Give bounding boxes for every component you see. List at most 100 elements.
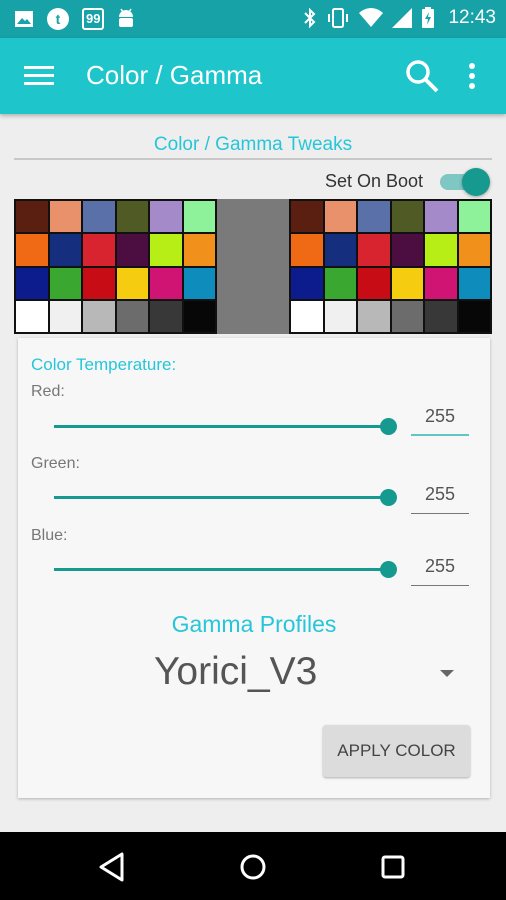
gamma-profile-value: Yorici_V3 (154, 650, 318, 693)
red-value-field[interactable]: 255 (411, 400, 469, 436)
blue-slider[interactable] (54, 558, 397, 582)
color-swatch (49, 300, 81, 332)
color-swatch (458, 300, 490, 332)
color-swatch (391, 267, 423, 299)
set-on-boot-switch[interactable] (440, 168, 490, 196)
color-swatch (83, 267, 115, 299)
wifi-icon (359, 8, 384, 27)
red-slider[interactable] (54, 415, 397, 439)
set-on-boot-label: Set On Boot (325, 171, 424, 191)
color-swatch (291, 267, 323, 299)
color-swatch (458, 201, 490, 233)
red-label: Red: (31, 383, 65, 400)
overflow-menu-button[interactable] (460, 60, 484, 92)
android-icon (119, 8, 134, 27)
slider-thumb[interactable] (379, 418, 397, 435)
color-swatch (150, 234, 182, 266)
app-bar: Color / Gamma (0, 38, 506, 114)
dropdown-arrow-icon (440, 670, 454, 677)
color-swatch (183, 234, 215, 266)
home-icon (240, 854, 266, 880)
bluetooth-icon (304, 7, 316, 29)
color-swatch (391, 201, 423, 233)
color-swatch (16, 300, 48, 332)
status-bar: t 99 12:43 (0, 0, 506, 38)
slider-thumb[interactable] (379, 561, 397, 578)
more-vert-icon (469, 63, 475, 89)
color-swatch (16, 267, 48, 299)
color-swatch (324, 234, 356, 266)
system-icons: 12:43 (303, 7, 496, 29)
color-swatch (458, 234, 490, 266)
gamma-profiles-title: Gamma Profiles (171, 611, 337, 637)
recents-icon (381, 855, 405, 879)
green-label: Green: (31, 455, 80, 472)
color-settings-card: Color Temperature: Red: 255 Green: 255 B… (18, 338, 490, 798)
slider-track (54, 496, 388, 499)
color-swatch (16, 201, 48, 233)
color-swatch (425, 201, 457, 233)
signal-icon (392, 8, 413, 28)
hamburger-icon (24, 66, 54, 85)
color-swatch (83, 201, 115, 233)
notification-icons: t 99 (14, 7, 136, 31)
color-swatch (458, 267, 490, 299)
battery-charging-icon (422, 7, 435, 28)
slider-thumb[interactable] (379, 489, 397, 506)
back-icon (99, 852, 124, 882)
color-swatch (324, 267, 356, 299)
blue-label: Blue: (31, 527, 68, 544)
search-button[interactable] (402, 56, 442, 96)
clock: 12:43 (448, 7, 496, 28)
color-swatch (291, 234, 323, 266)
recents-button[interactable] (376, 850, 410, 884)
color-swatch (358, 267, 390, 299)
color-swatch (49, 234, 81, 266)
color-swatch (358, 300, 390, 332)
home-button[interactable] (236, 850, 270, 884)
menu-button[interactable] (24, 64, 56, 88)
vibrate-icon (328, 8, 349, 28)
slider-track (54, 425, 388, 428)
color-preview (14, 199, 492, 334)
color-swatch (49, 267, 81, 299)
switch-thumb (462, 168, 490, 196)
color-swatch (425, 300, 457, 332)
color-swatch (150, 300, 182, 332)
slider-track (54, 568, 388, 571)
color-swatch (150, 201, 182, 233)
color-swatch (16, 234, 48, 266)
search-icon (406, 60, 439, 93)
color-swatch (83, 234, 115, 266)
page-title: Color / Gamma (86, 60, 263, 90)
color-swatch (324, 300, 356, 332)
color-swatch (83, 300, 115, 332)
svg-text:t: t (56, 11, 61, 27)
color-swatch (183, 267, 215, 299)
gamma-profile-select[interactable]: Yorici_V3 (154, 646, 466, 702)
green-slider[interactable] (54, 486, 397, 510)
color-swatch (291, 300, 323, 332)
color-swatch (183, 201, 215, 233)
apply-color-button[interactable]: APPLY COLOR (323, 725, 470, 777)
blue-value-field[interactable]: 255 (411, 550, 469, 586)
color-swatch (291, 201, 323, 233)
color-temperature-label: Color Temperature: (31, 355, 177, 374)
color-swatch (116, 300, 148, 332)
color-swatch (425, 267, 457, 299)
color-swatch (391, 234, 423, 266)
image-icon (15, 11, 33, 27)
navigation-bar (0, 832, 506, 900)
badge-99-icon: 99 (82, 8, 105, 30)
back-button[interactable] (96, 850, 130, 884)
green-value-field[interactable]: 255 (411, 478, 469, 514)
color-swatch (116, 234, 148, 266)
color-chart-before (14, 199, 217, 334)
color-swatch (391, 300, 423, 332)
section-divider (14, 158, 492, 160)
color-swatch (150, 267, 182, 299)
section-title: Color / Gamma Tweaks (153, 134, 353, 155)
color-swatch (324, 201, 356, 233)
color-swatch (116, 201, 148, 233)
color-swatch (358, 234, 390, 266)
